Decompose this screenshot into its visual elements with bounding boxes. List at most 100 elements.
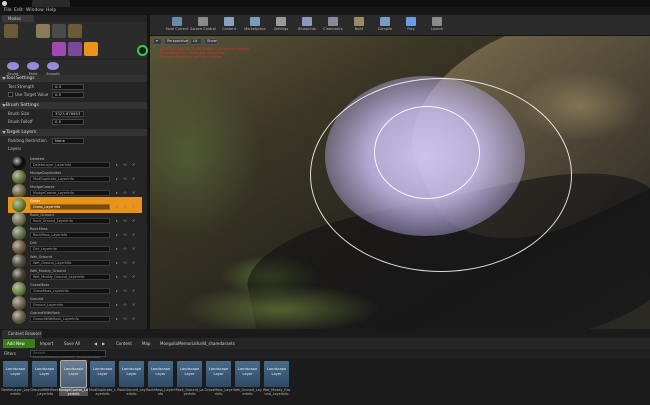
layer-info-field[interactable]: DeleteLayer_LayerInfo xyxy=(30,162,110,168)
layer-info-field[interactable]: Grass_LayerInfo xyxy=(30,204,110,210)
brush-size-field[interactable]: 3323.876953 xyxy=(52,111,84,117)
painting-restriction-dropdown[interactable]: None xyxy=(52,138,84,144)
layer-info-field[interactable]: MudgeCoarse_LayerInfo xyxy=(30,190,110,196)
asset-name: GroundWithRock_LayerInfo xyxy=(30,388,59,397)
layer-name: Dirt xyxy=(30,241,37,245)
toolbar-icon xyxy=(224,17,234,26)
content-browser-tab[interactable]: Content Browser xyxy=(2,330,42,338)
brush-falloff-field[interactable]: 0.5 xyxy=(52,119,84,125)
save-all-button[interactable]: Save All xyxy=(64,340,80,347)
toolbar-icon xyxy=(198,17,208,26)
menu-file[interactable]: File xyxy=(4,8,12,13)
toolbar-button[interactable]: Cinematics xyxy=(322,16,344,34)
asset-tile[interactable]: Landscape Layer RockMoss_LayerInfo xyxy=(146,361,175,402)
level-viewport[interactable]: ▾ Perspective Lit Show LIGHTING NEEDS TO… xyxy=(150,36,650,329)
asset-name: Wet_Muddy_Ground_LayerInfo xyxy=(262,388,291,397)
add-new-button[interactable]: Add New xyxy=(3,339,35,348)
asset-tile[interactable]: Landscape Layer DeleteLayer_LayerInfo xyxy=(1,361,30,402)
layer-row[interactable]: GroundWithRock GroundWithRock_LayerInfo ▸ … xyxy=(8,309,142,325)
layer-action-icons[interactable]: ▸ ⟲ ✕ xyxy=(116,190,137,195)
target-layers-header[interactable]: Target Layers xyxy=(0,129,147,136)
geometry-mode-icon[interactable] xyxy=(52,42,66,56)
unreal-logo-icon xyxy=(2,1,7,6)
toolbar-button[interactable]: Save Current xyxy=(166,16,188,34)
asset-tile[interactable]: Landscape Layer GroundWithRock_LayerInfo xyxy=(30,361,59,402)
toolbar-button[interactable]: Settings xyxy=(270,16,292,34)
menu-window[interactable]: Window xyxy=(26,8,44,13)
layer-action-icons[interactable]: ▸ ⟲ ✕ xyxy=(116,204,137,209)
layer-info-field[interactable]: GrassMoss_LayerInfo xyxy=(30,288,110,294)
toolbar-button[interactable]: Compile xyxy=(374,16,396,34)
layer-thumbnail xyxy=(12,226,26,240)
toolbar-button[interactable]: Blueprints xyxy=(296,16,318,34)
layer-info-field[interactable]: Wet_Ground_LayerInfo xyxy=(30,260,110,266)
layer-action-icons[interactable]: ▸ ⟲ ✕ xyxy=(116,316,137,321)
toolbar-button[interactable]: Launch xyxy=(426,16,448,34)
import-button[interactable]: Import xyxy=(40,340,53,347)
asset-tile[interactable]: Landscape Layer Rock_Ground_LayerInfo xyxy=(176,361,203,402)
layers-label-row: Layers xyxy=(8,146,22,151)
asset-tile[interactable]: Landscape Layer Wet_Ground_LayerInfo xyxy=(233,361,262,402)
layer-action-icons[interactable]: ▸ ⟲ ✕ xyxy=(116,218,137,223)
layer-action-icons[interactable]: ▸ ⟲ ✕ xyxy=(116,274,137,279)
tool-settings-header[interactable]: Tool Settings xyxy=(0,75,147,82)
paint-mode-icon[interactable] xyxy=(36,24,50,38)
layer-info-field[interactable]: Wet_Muddy_Ground_LayerInfo xyxy=(30,274,110,280)
landscape-paint-mode-icon[interactable] xyxy=(84,42,98,56)
layer-action-icons[interactable]: ▸ ⟲ ✕ xyxy=(116,246,137,251)
back-icon[interactable]: ◀ xyxy=(94,340,97,347)
viewport-options-button[interactable]: ▾ xyxy=(153,38,162,45)
layer-info-field[interactable]: RockMoss_LayerInfo xyxy=(30,232,110,238)
layer-thumbnail xyxy=(12,198,26,212)
forward-icon[interactable]: ▶ xyxy=(102,340,105,347)
toolbar-button[interactable]: Play xyxy=(400,16,422,34)
asset-tile[interactable]: Landscape Layer RockGround_LayerInfo xyxy=(117,361,146,402)
toolbar-button[interactable]: Source Control xyxy=(190,16,216,34)
menu-help[interactable]: Help xyxy=(46,8,56,13)
brush-falloff-row: Brush Falloff 0.5 xyxy=(0,118,147,126)
asset-tile[interactable]: Landscape Layer MudgeCoarse_LayerInfo xyxy=(59,360,88,402)
layer-info-field[interactable]: MudDuplicate_LayerInfo xyxy=(30,176,110,182)
layer-thumbnail xyxy=(12,254,26,268)
use-target-field[interactable]: 0.5 xyxy=(52,92,84,98)
level-tab[interactable] xyxy=(32,0,70,7)
menu-edit[interactable]: Edit xyxy=(14,8,23,13)
mesh-paint-mode-icon[interactable] xyxy=(68,42,82,56)
layer-action-icons[interactable]: ▸ ⟲ ✕ xyxy=(116,176,137,181)
landscape-mode-icon[interactable] xyxy=(52,24,66,38)
asset-name: GrassMoss_LayerInfo xyxy=(204,388,233,397)
place-mode-icon[interactable] xyxy=(4,24,18,38)
layer-action-icons[interactable]: ▸ ⟲ ✕ xyxy=(116,288,137,293)
use-target-checkbox[interactable] xyxy=(8,92,13,97)
show-button[interactable]: Show xyxy=(204,38,218,45)
content-browser-filter-bar: Filters Search MongoliaMemorialhall4_sha… xyxy=(0,349,650,360)
modes-panel: Modes Sculpt Paint Smooth Tool Settings … xyxy=(0,15,147,329)
path-map[interactable]: Map xyxy=(142,340,150,347)
filters-button[interactable]: Filters xyxy=(4,350,16,357)
asset-type: Landscape Layer xyxy=(237,367,258,376)
foliage-mode-icon[interactable] xyxy=(68,24,82,38)
path-content[interactable]: Content xyxy=(116,340,132,347)
asset-tile[interactable]: Landscape Layer GrassMoss_LayerInfo xyxy=(204,361,233,402)
brush-settings-header[interactable]: Brush Settings xyxy=(0,102,147,109)
tool-strength-field[interactable]: 0.3 xyxy=(52,84,84,90)
asset-type: Landscape Layer xyxy=(63,367,84,376)
layer-action-icons[interactable]: ▸ ⟲ ✕ xyxy=(116,162,137,167)
toolbar-button[interactable]: Marketplace xyxy=(244,16,266,34)
modes-tab[interactable]: Modes xyxy=(2,15,34,22)
layer-action-icons[interactable]: ▸ ⟲ ✕ xyxy=(116,260,137,265)
layer-info-field[interactable]: GroundWithRock_LayerInfo xyxy=(30,316,110,322)
view-mode-button[interactable]: Perspective xyxy=(164,38,188,45)
layer-action-icons[interactable]: ▸ ⟲ ✕ xyxy=(116,232,137,237)
toolbar-button[interactable]: Build xyxy=(348,16,370,34)
asset-search-input[interactable]: Search MongoliaMemorialhall4_sharedasset… xyxy=(30,350,106,360)
asset-tile[interactable]: Landscape Layer MudDuplicate_LayerInfo xyxy=(89,361,116,402)
layer-info-field[interactable]: Rock_Ground_LayerInfo xyxy=(30,218,110,224)
layer-info-field[interactable]: Ground_LayerInfo xyxy=(30,302,110,308)
lit-button[interactable]: Lit xyxy=(190,38,202,45)
layer-action-icons[interactable]: ▸ ⟲ ✕ xyxy=(116,302,137,307)
toolbar-button[interactable]: Content xyxy=(218,16,240,34)
asset-tile[interactable]: Landscape Layer Wet_Muddy_Ground_LayerInf… xyxy=(262,361,291,402)
layer-info-field[interactable]: Dirt_LayerInfo xyxy=(30,246,110,252)
path-folder[interactable]: MongoliaMemorialhall4_sharedassets xyxy=(160,340,235,347)
